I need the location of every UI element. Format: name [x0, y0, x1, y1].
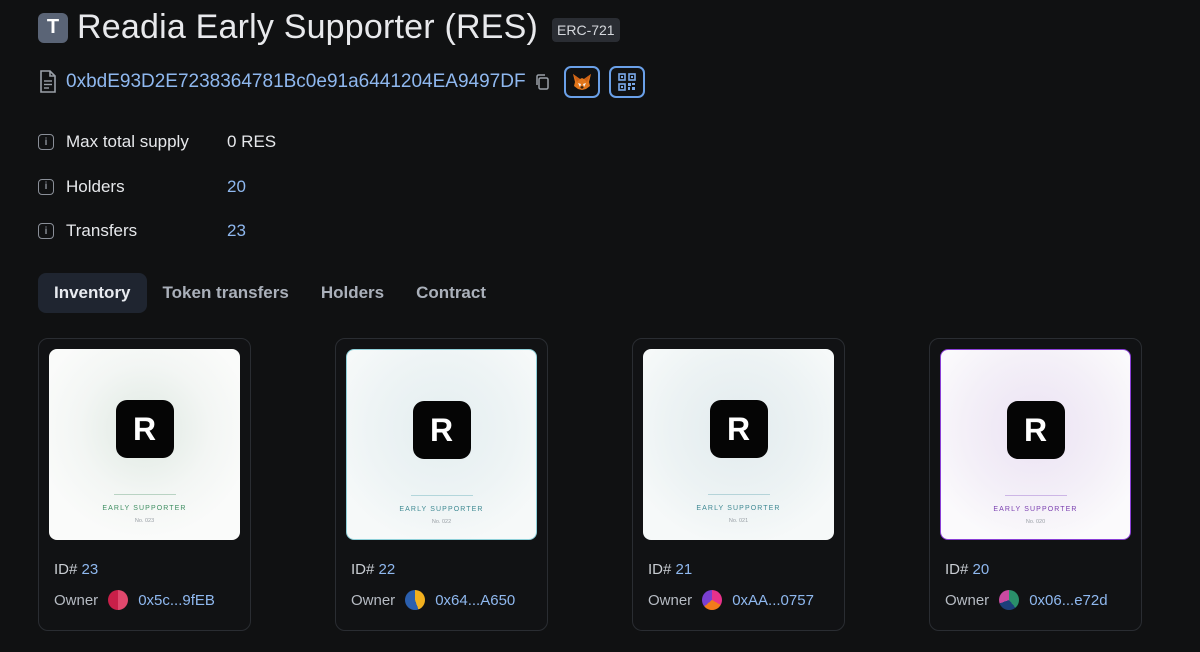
stat-value: 0 RES — [227, 132, 277, 151]
add-to-metamask-button[interactable] — [563, 66, 600, 98]
token-id-label: ID# — [351, 561, 375, 578]
tab-token-transfers[interactable]: Token transfers — [147, 273, 305, 313]
nft-number: No. 023 — [134, 518, 155, 524]
stat-label: Max total supply — [66, 132, 189, 151]
nft-number: No. 020 — [1025, 519, 1046, 525]
contract-address-link[interactable]: 0xbdE93D2E7238364781Bc0e91a6441204EA9497… — [66, 71, 526, 93]
token-id: ID# 22 — [351, 561, 395, 578]
nft-title: EARLY SUPPORTER — [102, 505, 187, 512]
token-header: T Readia Early Supporter (RES) ERC-721 — [38, 8, 620, 47]
token-owner: Owner 0x64...A650 — [351, 590, 515, 610]
stat-label: Holders — [66, 176, 125, 196]
inventory-card[interactable]: R EARLY SUPPORTER No. 021 ID# 21 Owner 0… — [632, 338, 845, 631]
owner-address-link[interactable]: 0x06...e72d — [1029, 592, 1107, 609]
stat-max-total-supply: i Max total supply 0 RES — [38, 128, 276, 156]
nft-divider — [707, 494, 770, 495]
nft-number: No. 021 — [728, 518, 749, 524]
owner-avatar — [405, 590, 426, 610]
stat-holders: i Holders 20 — [38, 173, 276, 201]
token-id-link[interactable]: 21 — [676, 561, 693, 578]
contract-address-row: 0xbdE93D2E7238364781Bc0e91a6441204EA9497… — [38, 66, 645, 98]
owner-address-link[interactable]: 0x64...A650 — [435, 592, 515, 609]
inventory-card[interactable]: R EARLY SUPPORTER No. 020 ID# 20 Owner 0… — [929, 338, 1142, 631]
owner-label: Owner — [648, 591, 693, 609]
token-id-label: ID# — [945, 561, 969, 578]
owner-avatar — [999, 590, 1020, 610]
qr-code-button[interactable] — [608, 66, 645, 98]
qr-code-icon — [617, 73, 636, 91]
document-icon — [40, 70, 56, 93]
nft-image[interactable]: R EARLY SUPPORTER No. 021 — [643, 349, 834, 540]
token-owner: Owner 0x5c...9fEB — [54, 590, 215, 610]
nft-divider — [1004, 495, 1067, 496]
token-id-link[interactable]: 22 — [379, 561, 396, 578]
token-id: ID# 20 — [945, 561, 989, 578]
nft-logo: R — [1006, 401, 1065, 459]
info-icon[interactable]: i — [38, 178, 54, 195]
token-id-label: ID# — [648, 561, 672, 578]
nft-divider — [113, 494, 176, 495]
metamask-fox-icon — [572, 74, 591, 90]
token-owner: Owner 0xAA...0757 — [648, 590, 814, 610]
transfers-count-link[interactable]: 23 — [227, 221, 246, 241]
token-standard-badge: ERC-721 — [552, 17, 620, 42]
inventory-card[interactable]: R EARLY SUPPORTER No. 023 ID# 23 Owner 0… — [38, 338, 251, 631]
nft-title: EARLY SUPPORTER — [696, 505, 781, 512]
nft-image[interactable]: R EARLY SUPPORTER No. 020 — [940, 349, 1131, 540]
nft-title: EARLY SUPPORTER — [399, 506, 484, 513]
copy-icon[interactable] — [534, 73, 550, 91]
inventory-card[interactable]: R EARLY SUPPORTER No. 022 ID# 22 Owner 0… — [335, 338, 548, 631]
token-id-link[interactable]: 20 — [973, 561, 990, 578]
token-id: ID# 21 — [648, 561, 692, 578]
holders-count-link[interactable]: 20 — [227, 177, 246, 197]
nft-image[interactable]: R EARLY SUPPORTER No. 022 — [346, 349, 537, 540]
token-id-link[interactable]: 23 — [82, 561, 99, 578]
token-id: ID# 23 — [54, 561, 98, 578]
stat-label: Transfers — [66, 221, 138, 240]
owner-label: Owner — [945, 591, 990, 609]
token-id-label: ID# — [54, 561, 78, 578]
tab-holders[interactable]: Holders — [305, 273, 400, 313]
token-owner: Owner 0x06...e72d — [945, 590, 1108, 610]
token-stats: i Max total supply 0 RES i Holders 20 i … — [38, 128, 276, 262]
owner-address-link[interactable]: 0x5c...9fEB — [138, 592, 215, 609]
nft-logo: R — [412, 401, 471, 459]
owner-label: Owner — [54, 591, 99, 609]
nft-divider — [410, 495, 473, 496]
nft-number: No. 022 — [431, 519, 452, 525]
owner-address-link[interactable]: 0xAA...0757 — [732, 592, 814, 609]
nft-title: EARLY SUPPORTER — [993, 506, 1078, 513]
info-icon[interactable]: i — [38, 134, 54, 150]
stat-transfers: i Transfers 23 — [38, 217, 276, 245]
nft-logo: R — [115, 400, 174, 458]
nft-logo: R — [709, 400, 768, 458]
owner-avatar — [108, 590, 129, 610]
page-title: Readia Early Supporter (RES) — [77, 8, 539, 46]
token-avatar: T — [38, 12, 68, 43]
owner-avatar — [702, 590, 723, 610]
owner-label: Owner — [351, 591, 396, 609]
tab-bar: Inventory Token transfers Holders Contra… — [38, 273, 502, 313]
nft-image[interactable]: R EARLY SUPPORTER No. 023 — [49, 349, 240, 540]
tab-inventory[interactable]: Inventory — [38, 273, 147, 313]
tab-contract[interactable]: Contract — [400, 273, 502, 313]
info-icon[interactable]: i — [38, 223, 54, 239]
